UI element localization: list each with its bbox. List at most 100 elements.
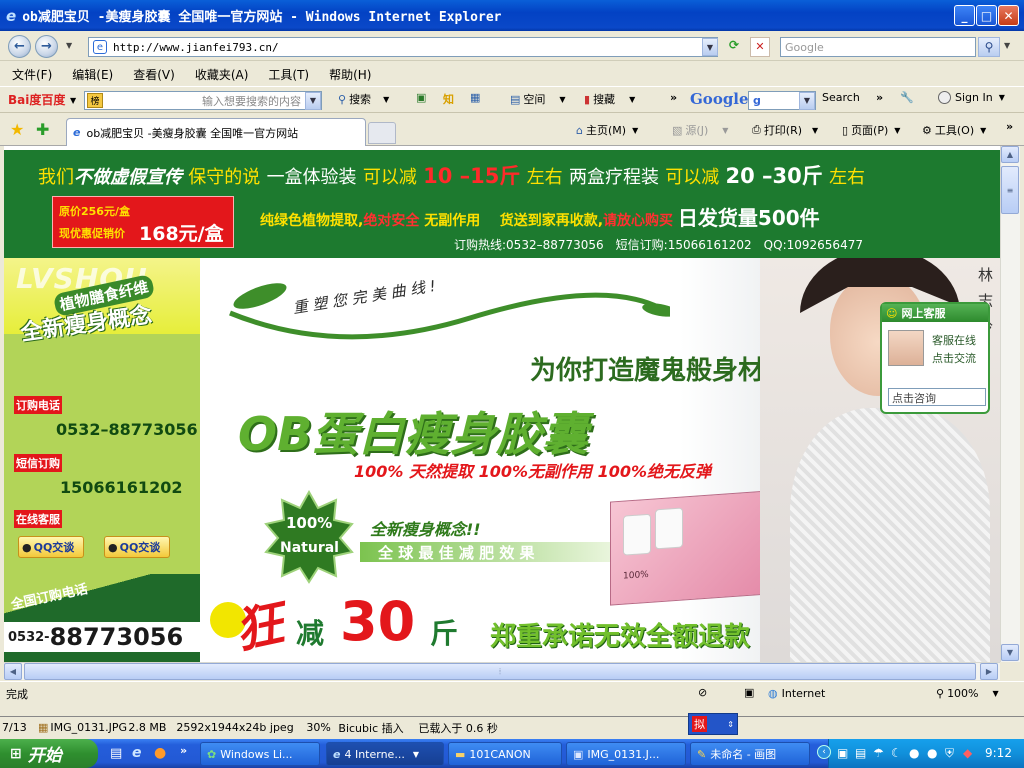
wrench-icon[interactable]: 🔧 (900, 91, 914, 104)
chat-widget[interactable]: ☺ 网上客服 客服在线 点击交流 点击咨询 (880, 302, 990, 414)
image-icon[interactable]: ▣ (416, 91, 426, 104)
history-dropdown-icon[interactable]: ▼ (66, 41, 72, 50)
task-internet-explorer[interactable]: e4 Interne... ▼ (326, 742, 444, 766)
hero-crazy: 狂 (229, 595, 289, 661)
task-paint[interactable]: ✎ 未命名 - 画图 (690, 742, 810, 766)
baidu-search-button[interactable]: ⚲ 搜索 ▼ (338, 91, 389, 107)
task-folder[interactable]: ▬ 101CANON (448, 742, 562, 766)
page-button[interactable]: ▯ 页面(P) ▼ (842, 122, 900, 138)
stop-icon[interactable]: ✕ (750, 37, 770, 57)
soucang-dropdown-icon[interactable]: ▼ (629, 95, 635, 104)
tools-dropdown-icon[interactable]: ▼ (980, 126, 986, 135)
task-group-dropdown-icon[interactable]: ▼ (413, 750, 419, 759)
horizontal-scrollbar[interactable]: ◀ ⦙ ▶ (4, 662, 1000, 680)
ime-toolbar[interactable]: 拟 ⇕ (688, 713, 738, 735)
scroll-up-icon[interactable]: ▲ (1001, 146, 1019, 163)
tray-clock[interactable]: 9:12 (985, 746, 1012, 760)
print-dropdown-icon[interactable]: ▼ (812, 126, 818, 135)
task-image-viewer[interactable]: ▣ IMG_0131.J... (566, 742, 686, 766)
tools-button[interactable]: ⚙ 工具(O) ▼ (922, 122, 986, 138)
scroll-right-icon[interactable]: ▶ (980, 663, 998, 680)
menu-file[interactable]: 文件(F) (12, 66, 52, 83)
search-dropdown-icon[interactable]: ▼ (383, 95, 389, 104)
tray-shield-icon[interactable]: ⛨ (945, 746, 954, 761)
search-input[interactable]: Google (780, 37, 976, 57)
scroll-thumb[interactable]: ≡ (1001, 166, 1019, 214)
print-button[interactable]: ⎙ 打印(R) ▼ (752, 122, 818, 138)
favorites-star-icon[interactable]: ★ (10, 120, 24, 139)
google-search-button[interactable]: Search (822, 91, 860, 104)
quicklaunch-ie-icon[interactable]: e (132, 745, 142, 761)
tray-moon-icon[interactable]: ☾ (891, 746, 902, 760)
baidu-search-input[interactable]: 榜 输入想要搜索的内容 ▼ (84, 91, 322, 110)
tray-camera-icon[interactable]: ▣ (837, 746, 848, 760)
tray-qq2-icon[interactable]: ● (927, 746, 937, 760)
search-go-icon[interactable]: ⚲ (978, 37, 1000, 57)
tray-security-icon[interactable]: ◆ (963, 746, 972, 760)
zone-indicator[interactable]: ◍ Internet (768, 687, 825, 700)
hero-promise: 郑重承诺无效全额退款 (490, 622, 751, 652)
scroll-down-icon[interactable]: ▼ (1001, 644, 1019, 661)
google-search-input[interactable]: g ▼ (748, 91, 816, 110)
menu-edit[interactable]: 编辑(E) (72, 66, 113, 83)
ime-arrows-icon[interactable]: ⇕ (727, 720, 734, 729)
new-tab-button[interactable] (368, 122, 396, 144)
quicklaunch-browser-icon[interactable]: ● (154, 745, 166, 761)
minimize-button[interactable]: _ (954, 5, 975, 26)
toolbar-chevron-icon[interactable]: » (670, 91, 677, 104)
zoom-control[interactable]: ⚲ 100% ▼ (936, 687, 999, 700)
signin-button[interactable]: Sign In ▼ (938, 91, 1005, 104)
page-dropdown-icon[interactable]: ▼ (894, 126, 900, 135)
tab-active[interactable]: e ob减肥宝贝 -美瘦身胶囊 全国唯一官方网站 (66, 118, 366, 146)
menu-view[interactable]: 查看(V) (133, 66, 175, 83)
show-desktop-icon[interactable]: ▤ (110, 746, 122, 761)
feeds-button[interactable]: ▧ 源(J) ▼ (672, 122, 728, 138)
close-button[interactable]: ✕ (998, 5, 1019, 26)
grid-icon[interactable]: ▦ (470, 91, 480, 104)
zhidao-icon[interactable]: 知 (443, 91, 454, 107)
start-button[interactable]: ⊞ 开始 (0, 739, 98, 768)
tray-umbrella-icon[interactable]: ☂ (873, 746, 884, 760)
baidu-input-dropdown-icon[interactable]: ▼ (305, 91, 321, 110)
google-dropdown-icon[interactable]: ▼ (799, 91, 815, 110)
menu-favorites[interactable]: 收藏夹(A) (195, 66, 249, 83)
address-bar[interactable]: e http://www.jianfei793.cn/ (88, 37, 718, 57)
signin-circle-icon (938, 91, 951, 104)
home-dropdown-icon[interactable]: ▼ (632, 126, 638, 135)
menu-tools[interactable]: 工具(T) (268, 66, 309, 83)
home-button[interactable]: ⌂ 主页(M) ▼ (576, 122, 638, 138)
protected-mode-icon[interactable]: ▣ (744, 686, 754, 699)
chat-input[interactable]: 点击咨询 (888, 388, 986, 406)
signin-dropdown-icon[interactable]: ▼ (999, 93, 1005, 102)
qq-chat-button-1[interactable]: ● QQ交谈 (18, 536, 84, 558)
add-favorite-icon[interactable]: ✚ (36, 120, 49, 139)
menu-help[interactable]: 帮助(H) (329, 66, 371, 83)
banner-l1h: 两盒疗程装 (568, 167, 659, 188)
kongjian-dropdown-icon[interactable]: ▼ (559, 95, 565, 104)
maximize-button[interactable]: □ (976, 5, 997, 26)
qq-chat-button-2[interactable]: ● QQ交谈 (104, 536, 170, 558)
tray-qq-icon[interactable]: ● (909, 746, 919, 760)
feeds-dropdown-icon[interactable]: ▼ (722, 126, 728, 135)
soucang-button[interactable]: ▮ 搜藏 ▼ (584, 91, 635, 107)
zoom-dropdown-icon[interactable]: ▼ (993, 689, 999, 698)
privacy-icon[interactable]: ⊘ (698, 686, 707, 699)
scroll-left-icon[interactable]: ◀ (4, 663, 22, 680)
task-windows-live[interactable]: ✿ Windows Li... (200, 742, 320, 766)
tray-expand-icon[interactable]: ‹ (817, 745, 831, 759)
address-dropdown-icon[interactable]: ▼ (702, 38, 718, 56)
refresh-icon[interactable]: ⟳ (724, 38, 744, 56)
command-chevron-icon[interactable]: » (1006, 120, 1013, 133)
baidu-logo[interactable]: Bai度百度 (8, 91, 65, 108)
search-options-icon[interactable]: ▼ (1004, 41, 1010, 50)
back-button[interactable]: ← (8, 35, 31, 58)
quicklaunch-chevron-icon[interactable]: » (180, 744, 187, 757)
google-chevron-icon[interactable]: » (876, 91, 883, 104)
forward-button[interactable]: → (35, 35, 58, 58)
kongjian-button[interactable]: ▤ 空间 ▼ (510, 91, 566, 107)
baidu-dropdown-icon[interactable]: ▼ (70, 96, 76, 105)
vertical-scrollbar[interactable]: ▲ ≡ ▼ (1000, 146, 1020, 662)
tray-network-icon[interactable]: ▤ (855, 746, 866, 760)
hscroll-thumb[interactable]: ⦙ (24, 663, 976, 680)
national-number: 88773056 (49, 623, 184, 651)
